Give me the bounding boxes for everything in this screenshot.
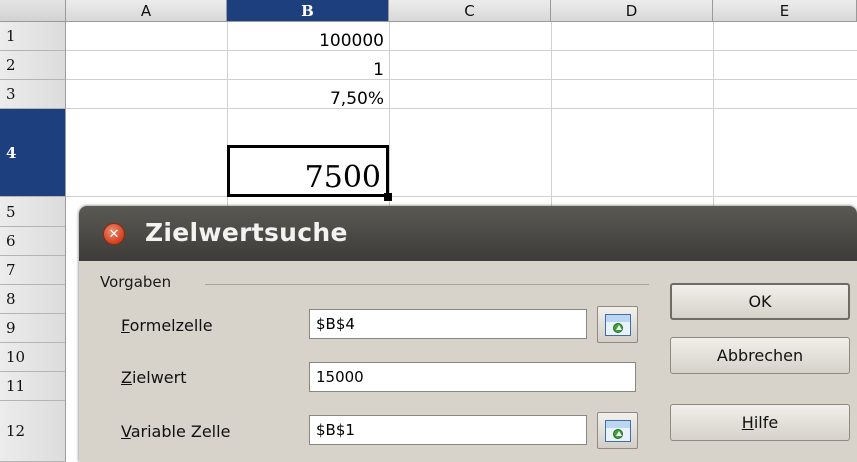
close-icon[interactable]: ✕ — [103, 223, 125, 245]
column-header-e[interactable]: E — [713, 0, 857, 22]
formula-cell-shrink-button[interactable] — [597, 306, 638, 343]
dialog-title-bar[interactable]: ✕ Zielwertsuche — [79, 206, 857, 261]
variable-cell-label-text: ariable Zelle — [130, 422, 231, 441]
variable-cell-shrink-button[interactable] — [597, 412, 638, 449]
variable-cell-input[interactable] — [309, 415, 587, 445]
target-value-input[interactable] — [309, 362, 636, 392]
formula-cell-label-text: ormelzelle — [129, 316, 213, 335]
help-button-mnemonic: H — [741, 413, 754, 432]
row-header-7[interactable]: 7 — [0, 256, 66, 285]
cell-b3[interactable]: 7,50% — [227, 80, 389, 109]
column-header-d[interactable]: D — [551, 0, 713, 22]
help-button-text: ilfe — [753, 413, 779, 432]
group-divider — [205, 284, 649, 285]
cancel-button[interactable]: Abbrechen — [670, 337, 850, 374]
column-header-c[interactable]: C — [389, 0, 551, 22]
row-header-8[interactable]: 8 — [0, 285, 66, 314]
grid-line — [66, 108, 857, 109]
ok-button[interactable]: OK — [670, 283, 850, 320]
cell-b2[interactable]: 1 — [227, 51, 389, 80]
row-header-10[interactable]: 10 — [0, 343, 66, 372]
row-header-9[interactable]: 9 — [0, 314, 66, 343]
row-header-5[interactable]: 5 — [0, 197, 66, 227]
target-value-label: Zielwert — [121, 368, 186, 387]
variable-cell-label: Variable Zelle — [121, 422, 230, 441]
dialog-title: Zielwertsuche — [145, 218, 348, 247]
row-header-1[interactable]: 1 — [0, 22, 66, 51]
autofill-handle[interactable] — [384, 193, 392, 201]
grid-line — [66, 79, 857, 80]
formula-cell-label: Formelzelle — [121, 316, 213, 335]
target-value-label-mnemonic: Z — [121, 368, 132, 387]
row-header-11[interactable]: 11 — [0, 372, 66, 401]
row-header-12[interactable]: 12 — [0, 401, 66, 462]
grid-line — [66, 50, 857, 51]
help-button[interactable]: Hilfe — [670, 404, 850, 441]
variable-cell-label-mnemonic: V — [121, 422, 131, 441]
shrink-dialog-icon — [604, 419, 631, 442]
select-all-corner[interactable] — [0, 0, 66, 22]
column-header-a[interactable]: A — [66, 0, 227, 22]
goal-seek-dialog: ✕ Zielwertsuche Vorgaben Formelzelle Zie… — [79, 206, 857, 462]
formula-cell-input[interactable] — [309, 309, 587, 339]
grid-line — [66, 196, 857, 197]
column-header-b[interactable]: B — [227, 0, 389, 22]
target-value-label-text: ielwert — [131, 368, 187, 387]
cell-cursor — [227, 145, 389, 197]
row-header-6[interactable]: 6 — [0, 227, 66, 256]
group-label-vorgaben: Vorgaben — [100, 273, 172, 291]
formula-cell-label-mnemonic: F — [121, 316, 130, 335]
row-header-3[interactable]: 3 — [0, 80, 66, 109]
cell-b1[interactable]: 100000 — [227, 22, 389, 51]
row-header-4[interactable]: 4 — [0, 109, 66, 197]
row-header-2[interactable]: 2 — [0, 51, 66, 80]
shrink-dialog-icon — [604, 313, 631, 336]
